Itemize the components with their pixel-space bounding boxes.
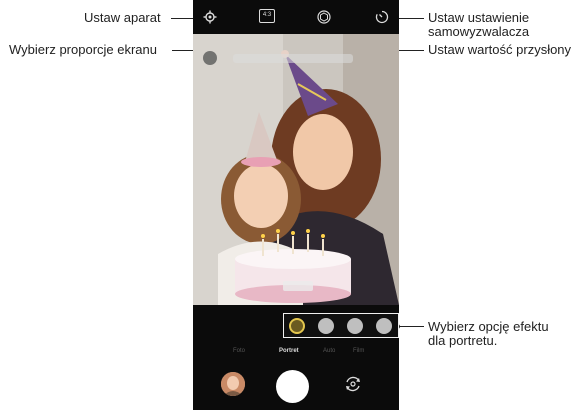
aspect-ratio-label: 4:3 (262, 12, 272, 18)
portrait-mode-icon[interactable] (203, 51, 217, 65)
effect-option-2-icon[interactable] (318, 318, 334, 334)
mode-item-photo[interactable]: Foto (233, 348, 245, 354)
mode-item-portrait[interactable]: Portret (279, 348, 299, 354)
callout-aperture: Ustaw wartość przysłony (428, 42, 572, 57)
callout-set-camera: Ustaw aparat (84, 10, 161, 25)
viewfinder-caption (283, 281, 313, 291)
mode-item-video[interactable]: Film (353, 348, 364, 354)
callout-aspect-ratio: Wybierz proporcje ekranu (9, 42, 158, 57)
settings-icon[interactable] (203, 10, 217, 24)
callout-effect-line2: dla portretu. (428, 333, 498, 348)
timer-icon[interactable] (375, 10, 389, 24)
aspect-ratio-icon[interactable]: 4:3 (259, 9, 275, 23)
effect-option-1-icon[interactable] (289, 318, 305, 334)
viewfinder-photo (193, 34, 399, 305)
effect-option-3-icon[interactable] (347, 318, 363, 334)
callout-line-effect (398, 326, 424, 327)
camera-viewfinder[interactable] (193, 34, 399, 305)
callout-effect-line1: Wybierz opcję efektu (428, 319, 549, 334)
shutter-button[interactable] (276, 370, 309, 403)
effect-option-4-icon[interactable] (376, 318, 392, 334)
gallery-thumbnail-image (221, 372, 245, 396)
camera-top-bar: 4:3 (193, 0, 399, 34)
switch-camera-icon[interactable] (343, 374, 363, 394)
portrait-effects-bar (283, 313, 399, 338)
aperture-icon[interactable] (317, 10, 331, 24)
callout-timer-line1: Ustaw ustawienie (428, 10, 530, 25)
gallery-thumbnail[interactable] (221, 372, 245, 396)
mode-item-auto[interactable]: Auto (323, 348, 335, 354)
camera-mode-selector: Foto Portret Auto Film (193, 348, 399, 358)
phone-screen: 4:3 Foto Portret Auto Film (193, 0, 399, 410)
viewfinder-hint-bar (233, 54, 353, 63)
callout-timer-line2: samowyzwalacza (428, 24, 530, 39)
